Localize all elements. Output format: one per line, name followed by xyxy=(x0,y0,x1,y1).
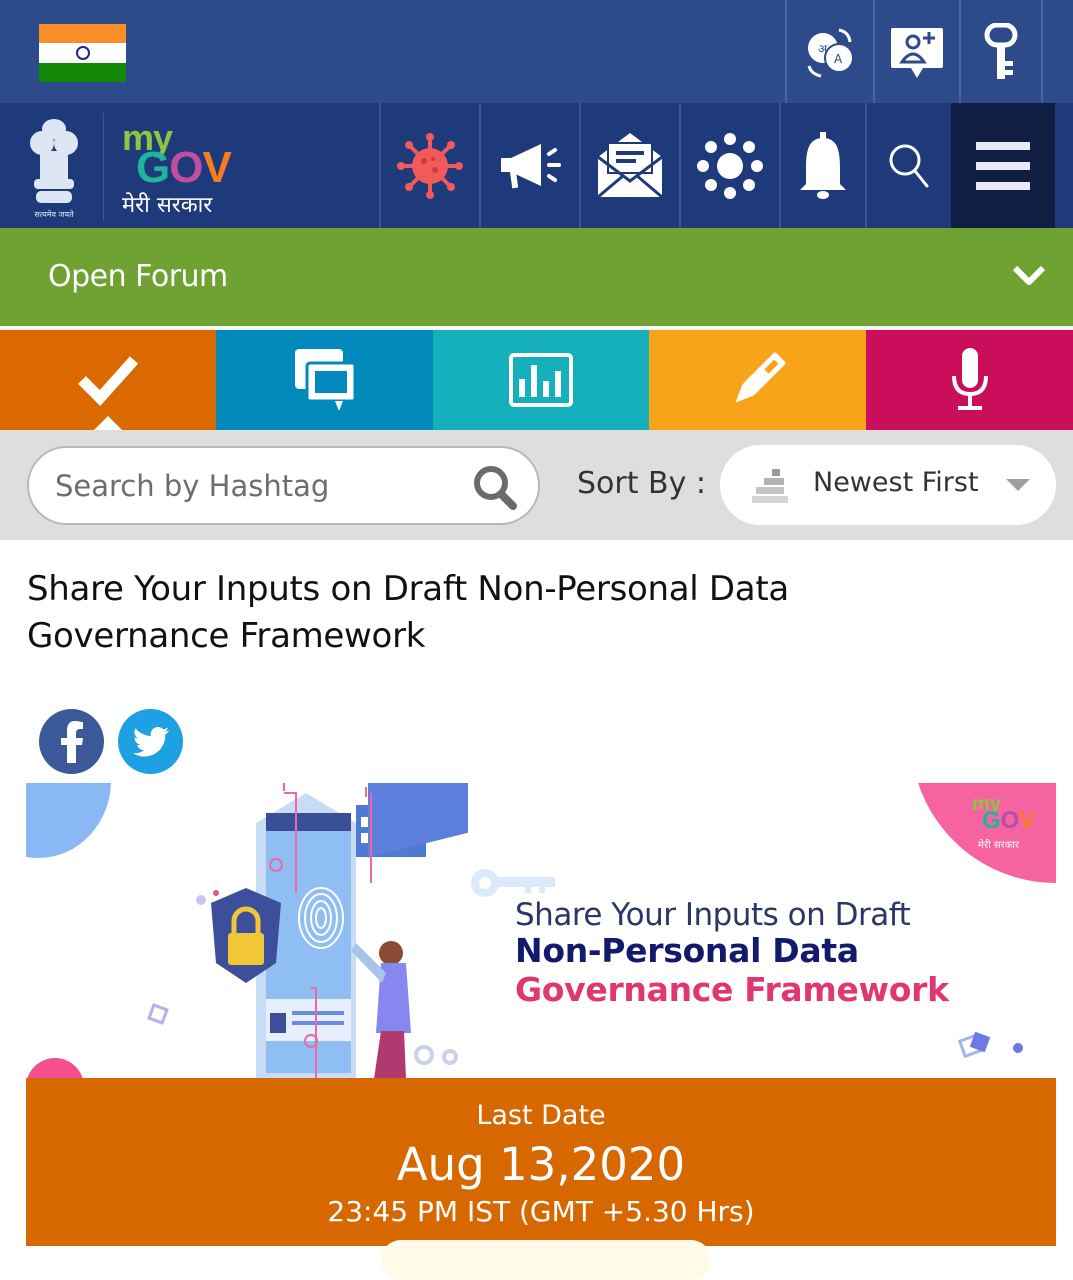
last-date-label: Last Date xyxy=(476,1100,606,1131)
india-flag-icon xyxy=(39,24,126,82)
data-security-illustration xyxy=(147,783,468,1079)
facebook-share-button[interactable] xyxy=(39,709,104,774)
discussion-icon xyxy=(294,349,356,411)
open-forum-label: Open Forum xyxy=(48,259,228,294)
register-button[interactable] xyxy=(873,0,959,103)
register-icon xyxy=(891,27,943,78)
menu-button[interactable] xyxy=(951,103,1055,228)
national-emblem-logo: सत्यमेव जयते xyxy=(22,115,86,220)
logo-gov: GOV xyxy=(136,143,232,192)
announcements-button[interactable] xyxy=(479,103,579,228)
login-key-icon xyxy=(984,22,1018,79)
covid-button[interactable] xyxy=(379,103,479,228)
language-button[interactable]: अ A xyxy=(785,0,873,103)
twitter-share-button[interactable] xyxy=(118,709,183,774)
top-bar: अ A xyxy=(0,0,1073,103)
search-icon[interactable] xyxy=(472,464,518,510)
search-icon xyxy=(889,144,929,187)
tab-discuss[interactable] xyxy=(216,330,433,430)
sort-icon xyxy=(752,469,788,503)
language-icon: अ A xyxy=(807,28,854,77)
bell-icon xyxy=(800,131,846,199)
tab-poll[interactable] xyxy=(433,330,649,430)
dropdown-caret-icon xyxy=(1006,479,1030,491)
newsletter-button[interactable] xyxy=(579,103,679,228)
hashtag-search-input[interactable] xyxy=(55,462,455,510)
hamburger-menu-icon xyxy=(976,141,1030,190)
microphone-icon xyxy=(951,348,988,410)
groups-icon xyxy=(697,132,763,199)
submission-button[interactable] xyxy=(381,1240,711,1280)
banner-line-2: Non-Personal Data xyxy=(515,931,859,970)
banner-mygov-logo: my GOV मेरी सरकार xyxy=(972,793,1036,851)
notifications-button[interactable] xyxy=(779,103,865,228)
open-forum-dropdown[interactable]: Open Forum xyxy=(0,228,1073,326)
share-buttons xyxy=(39,709,183,774)
mygov-logo[interactable]: my GOV मेरी सरकार xyxy=(122,117,252,221)
sort-by-label: Sort By : xyxy=(577,466,707,501)
logo-hindi-tagline: मेरी सरकार xyxy=(122,193,213,218)
top-bar-edge xyxy=(1041,0,1073,103)
main-nav: सत्यमेव जयते my GOV मेरी सरकार xyxy=(0,103,1073,228)
banner-line-1: Share Your Inputs on Draft xyxy=(515,897,911,933)
key-decoration xyxy=(471,869,555,897)
mail-icon xyxy=(597,132,663,198)
category-tabs xyxy=(0,330,1073,430)
last-date-value: Aug 13,2020 xyxy=(396,1138,686,1191)
active-tab-indicator xyxy=(94,416,122,430)
svg-text:सत्यमेव जयते: सत्यमेव जयते xyxy=(34,209,74,219)
svg-text:A: A xyxy=(834,52,843,66)
sort-selected-value: Newest First xyxy=(813,467,979,498)
twitter-icon xyxy=(132,726,169,756)
svg-text:अ: अ xyxy=(818,42,828,56)
deadline-panel: Last Date Aug 13,2020 23:45 PM IST (GMT … xyxy=(26,1078,1056,1280)
megaphone-icon xyxy=(501,143,561,188)
hashtag-search xyxy=(27,446,540,525)
banner-shapes-decoration xyxy=(958,1031,1023,1059)
sort-dropdown[interactable]: Newest First xyxy=(720,445,1056,525)
last-date-time: 23:45 PM IST (GMT +5.30 Hrs) xyxy=(327,1195,755,1228)
pencil-icon xyxy=(734,352,785,403)
tab-do[interactable] xyxy=(0,330,216,430)
poll-chart-icon xyxy=(509,353,573,407)
chevron-down-icon xyxy=(1012,265,1046,285)
banner-line-3: Governance Framework xyxy=(515,970,949,1009)
post-banner-image[interactable]: my GOV मेरी सरकार Share Your Inputs on D… xyxy=(26,783,1056,1079)
tab-blog[interactable] xyxy=(649,330,866,430)
post-title[interactable]: Share Your Inputs on Draft Non-Personal … xyxy=(27,566,927,660)
tab-talk[interactable] xyxy=(866,330,1073,430)
checkmark-icon xyxy=(78,356,139,406)
facebook-icon xyxy=(60,720,83,763)
search-button[interactable] xyxy=(865,103,951,228)
filter-bar: Sort By : Newest First xyxy=(0,430,1073,540)
covid-icon xyxy=(397,132,463,199)
groups-button[interactable] xyxy=(679,103,779,228)
login-button[interactable] xyxy=(959,0,1041,103)
